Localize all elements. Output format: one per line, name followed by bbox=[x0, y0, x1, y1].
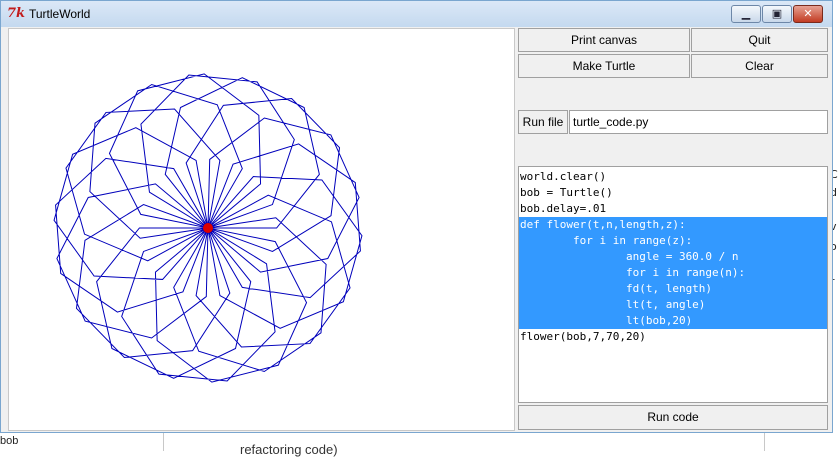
title-bar[interactable]: 7k TurtleWorld ▁ ▣ ✕ bbox=[1, 1, 832, 27]
turtle-canvas[interactable] bbox=[8, 28, 515, 431]
turtle-drawing bbox=[53, 73, 363, 383]
tk-app-icon: 7k bbox=[7, 6, 26, 21]
run-file-button[interactable]: Run file bbox=[518, 110, 568, 134]
close-button[interactable]: ✕ bbox=[793, 5, 823, 23]
code-line[interactable]: world.clear() bbox=[519, 169, 827, 185]
quit-button[interactable]: Quit bbox=[691, 28, 828, 52]
background-divider bbox=[764, 432, 765, 451]
clear-button[interactable]: Clear bbox=[691, 54, 828, 78]
turtleworld-window: 7k TurtleWorld ▁ ▣ ✕ Print canvas Quit M… bbox=[0, 0, 833, 433]
code-line[interactable]: lt(t, angle) bbox=[519, 297, 827, 313]
background-app-strip: bob refactoring code) bbox=[0, 431, 839, 457]
print-canvas-button[interactable]: Print canvas bbox=[518, 28, 690, 52]
selected-text: flower(bob,7,70,20) bbox=[520, 330, 646, 343]
code-line[interactable]: lt(bob,20) bbox=[519, 313, 827, 329]
close-icon: ✕ bbox=[803, 7, 813, 20]
maximize-icon: ▣ bbox=[771, 7, 783, 20]
background-text-bob: bob bbox=[0, 435, 19, 447]
code-line[interactable]: def flower(t,n,length,z): bbox=[519, 217, 827, 233]
code-line[interactable]: for i in range(n): bbox=[519, 265, 827, 281]
code-line[interactable]: bob.delay=.01 bbox=[519, 201, 827, 217]
code-line[interactable]: bob = Turtle() bbox=[519, 185, 827, 201]
minimize-button[interactable]: ▁ bbox=[731, 5, 761, 23]
window-title: TurtleWorld bbox=[29, 7, 91, 21]
background-divider bbox=[163, 432, 164, 451]
code-line[interactable]: for i in range(z): bbox=[519, 233, 827, 249]
code-line[interactable]: fd(t, length) bbox=[519, 281, 827, 297]
filename-input[interactable]: turtle_code.py bbox=[569, 110, 828, 134]
minimize-icon: ▁ bbox=[741, 7, 751, 20]
turtle-marker bbox=[203, 223, 213, 233]
run-code-button[interactable]: Run code bbox=[518, 405, 828, 430]
make-turtle-button[interactable]: Make Turtle bbox=[518, 54, 690, 78]
code-line[interactable]: flower(bob,7,70,20) bbox=[519, 329, 827, 345]
code-line[interactable]: angle = 360.0 / n bbox=[519, 249, 827, 265]
maximize-button[interactable]: ▣ bbox=[762, 5, 792, 23]
code-editor[interactable]: world.clear() bob = Turtle() bob.delay=.01… bbox=[518, 166, 828, 403]
